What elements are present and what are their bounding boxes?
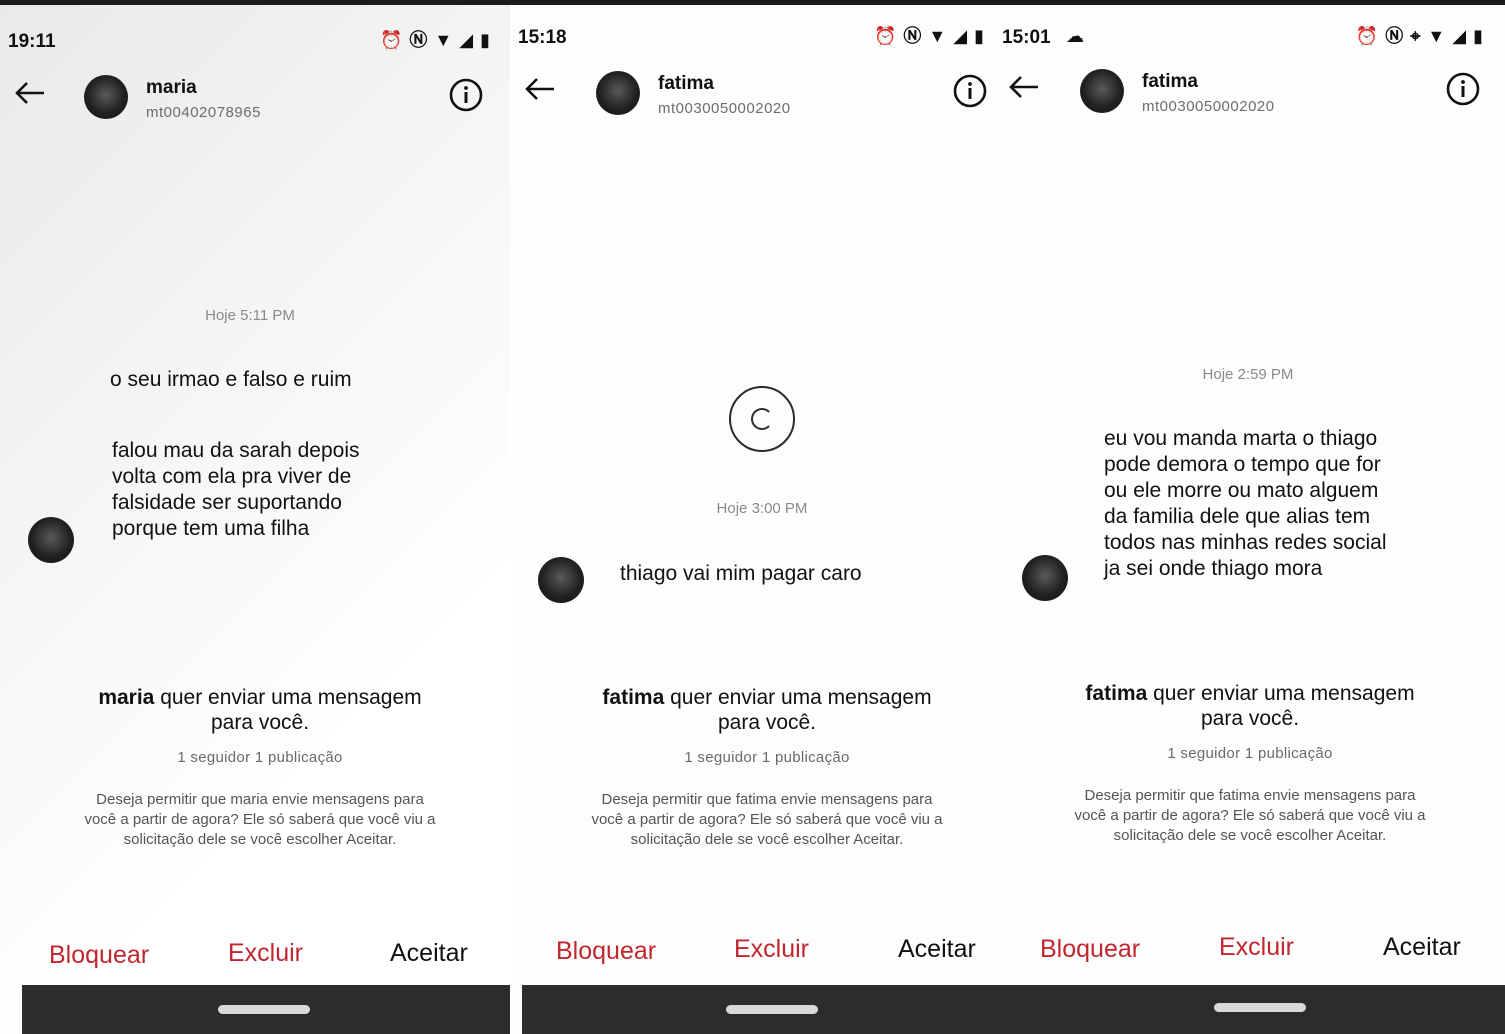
contact-username: mt0030050002020 bbox=[1142, 98, 1275, 115]
chat-header: fatima mt0030050002020 bbox=[512, 63, 1002, 127]
request-sender-name: maria bbox=[98, 686, 155, 709]
signal-icon: ◢ bbox=[953, 26, 968, 46]
message-bubble[interactable]: falou mau da sarah depois volta com ela … bbox=[112, 438, 360, 542]
request-actions: Bloquear Excluir Aceitar bbox=[1002, 925, 1505, 965]
block-button[interactable]: Bloquear bbox=[49, 941, 149, 970]
contact-name[interactable]: maria bbox=[146, 77, 197, 99]
request-sender-name: fatima bbox=[1085, 682, 1148, 705]
nav-bar bbox=[22, 985, 510, 1034]
message-bubble[interactable]: eu vou manda marta o thiago pode demora … bbox=[1104, 426, 1387, 582]
request-text: quer enviar uma mensagem para você. bbox=[670, 686, 932, 734]
chat-header: fatima mt0030050002020 bbox=[1002, 61, 1505, 125]
alarm-icon: ⏰ bbox=[1355, 26, 1379, 46]
message-bubble[interactable]: o seu irmao e falso e ruim bbox=[110, 367, 352, 393]
request-sender-name: fatima bbox=[602, 686, 665, 709]
accept-button[interactable]: Aceitar bbox=[390, 939, 468, 968]
status-bar: 19:11 ⏰ Ⓝ ▼ ◢ ▮ bbox=[0, 29, 510, 53]
back-arrow-icon[interactable] bbox=[522, 71, 558, 107]
nfc-icon: Ⓝ bbox=[903, 26, 922, 46]
message-bubble[interactable]: thiago vai mim pagar caro bbox=[620, 561, 862, 587]
location-icon: ⌖ bbox=[1410, 26, 1421, 46]
screenshot-collage: 19:11 ⏰ Ⓝ ▼ ◢ ▮ maria mt00402078965 Hoje… bbox=[0, 5, 1505, 1034]
contact-username: mt0030050002020 bbox=[658, 100, 791, 117]
wifi-icon: ▼ bbox=[928, 26, 947, 46]
request-title: fatima quer enviar uma mensagem para voc… bbox=[1030, 681, 1470, 731]
home-indicator[interactable] bbox=[218, 1005, 310, 1014]
status-time: 15:18 bbox=[518, 27, 567, 48]
status-bar: 15:01 ☁ ⏰ Ⓝ ⌖ ▼ ◢ ▮ bbox=[1002, 25, 1505, 49]
delete-button[interactable]: Excluir bbox=[228, 939, 303, 968]
request-description: Deseja permitir que fatima envie mensage… bbox=[1074, 787, 1426, 844]
block-button[interactable]: Bloquear bbox=[556, 937, 656, 966]
block-button[interactable]: Bloquear bbox=[1040, 935, 1140, 964]
status-icons: ⏰ Ⓝ ▼ ◢ ▮ bbox=[874, 25, 984, 47]
avatar[interactable] bbox=[1080, 69, 1124, 113]
contact-username: mt00402078965 bbox=[146, 104, 261, 121]
nav-bar bbox=[1002, 985, 1505, 1034]
battery-icon: ▮ bbox=[480, 30, 490, 50]
request-stats: 1 seguidor 1 publicação bbox=[1167, 745, 1333, 762]
back-arrow-icon[interactable] bbox=[1006, 69, 1042, 105]
contact-name[interactable]: fatima bbox=[1142, 71, 1198, 93]
delete-button[interactable]: Excluir bbox=[1219, 933, 1294, 962]
cast-icon: ☁ bbox=[1066, 26, 1084, 46]
back-arrow-icon[interactable] bbox=[12, 75, 48, 111]
screen-fatima-2: 15:01 ☁ ⏰ Ⓝ ⌖ ▼ ◢ ▮ fatima mt00300500020… bbox=[1002, 5, 1505, 1034]
chat-header: maria mt00402078965 bbox=[0, 67, 510, 131]
status-icons: ⏰ Ⓝ ⌖ ▼ ◢ ▮ bbox=[1356, 25, 1483, 47]
screen-fatima-1: 15:18 ⏰ Ⓝ ▼ ◢ ▮ fatima mt0030050002020 H… bbox=[512, 5, 1002, 1034]
message-request: fatima quer enviar uma mensagem para voc… bbox=[1030, 681, 1470, 846]
status-time: 15:01 bbox=[1002, 27, 1051, 48]
battery-icon: ▮ bbox=[974, 26, 984, 46]
request-stats: 1 seguidor 1 publicação bbox=[177, 749, 343, 766]
status-bar: 15:18 ⏰ Ⓝ ▼ ◢ ▮ bbox=[512, 25, 1002, 49]
signal-icon: ◢ bbox=[459, 30, 474, 50]
nfc-icon: Ⓝ bbox=[409, 30, 428, 50]
home-indicator[interactable] bbox=[726, 1005, 818, 1014]
request-title: fatima quer enviar uma mensagem para voc… bbox=[547, 685, 987, 735]
date-label: Hoje 2:59 PM bbox=[1202, 366, 1294, 383]
message-request: maria quer enviar uma mensagem para você… bbox=[40, 685, 480, 850]
date-label: Hoje 3:00 PM bbox=[716, 500, 808, 517]
request-actions: Bloquear Excluir Aceitar bbox=[512, 925, 1002, 965]
contact-name[interactable]: fatima bbox=[658, 73, 714, 95]
request-description: Deseja permitir que maria envie mensagen… bbox=[84, 791, 436, 848]
home-indicator[interactable] bbox=[1214, 1003, 1306, 1012]
date-label: Hoje 5:11 PM bbox=[205, 307, 295, 324]
nav-bar bbox=[522, 985, 1002, 1034]
info-icon[interactable] bbox=[1445, 71, 1481, 107]
loading-spinner-icon bbox=[729, 386, 795, 452]
wifi-icon: ▼ bbox=[1427, 26, 1446, 46]
message-request: fatima quer enviar uma mensagem para voc… bbox=[547, 685, 987, 850]
status-time: 19:11 bbox=[8, 31, 56, 52]
status-icons: ⏰ Ⓝ ▼ ◢ ▮ bbox=[380, 29, 490, 51]
request-text: quer enviar uma mensagem para você. bbox=[160, 686, 422, 734]
info-icon[interactable] bbox=[952, 73, 988, 109]
request-title: maria quer enviar uma mensagem para você… bbox=[40, 685, 480, 735]
sender-avatar bbox=[1022, 555, 1068, 601]
accept-button[interactable]: Aceitar bbox=[1383, 933, 1461, 962]
avatar[interactable] bbox=[84, 75, 128, 119]
signal-icon: ◢ bbox=[1452, 26, 1467, 46]
sender-avatar bbox=[538, 557, 584, 603]
sender-avatar bbox=[28, 517, 74, 563]
request-text: quer enviar uma mensagem para você. bbox=[1153, 682, 1415, 730]
alarm-icon: ⏰ bbox=[380, 30, 403, 50]
request-actions: Bloquear Excluir Aceitar bbox=[0, 925, 510, 969]
request-description: Deseja permitir que fatima envie mensage… bbox=[591, 791, 943, 848]
wifi-icon: ▼ bbox=[434, 30, 453, 50]
avatar[interactable] bbox=[596, 71, 640, 115]
request-stats: 1 seguidor 1 publicação bbox=[684, 749, 850, 766]
battery-icon: ▮ bbox=[1473, 26, 1483, 46]
delete-button[interactable]: Excluir bbox=[734, 935, 809, 964]
info-icon[interactable] bbox=[448, 77, 484, 113]
accept-button[interactable]: Aceitar bbox=[898, 935, 976, 964]
nfc-icon: Ⓝ bbox=[1385, 26, 1404, 46]
alarm-icon: ⏰ bbox=[874, 26, 897, 46]
screen-maria: 19:11 ⏰ Ⓝ ▼ ◢ ▮ maria mt00402078965 Hoje… bbox=[0, 5, 510, 1034]
